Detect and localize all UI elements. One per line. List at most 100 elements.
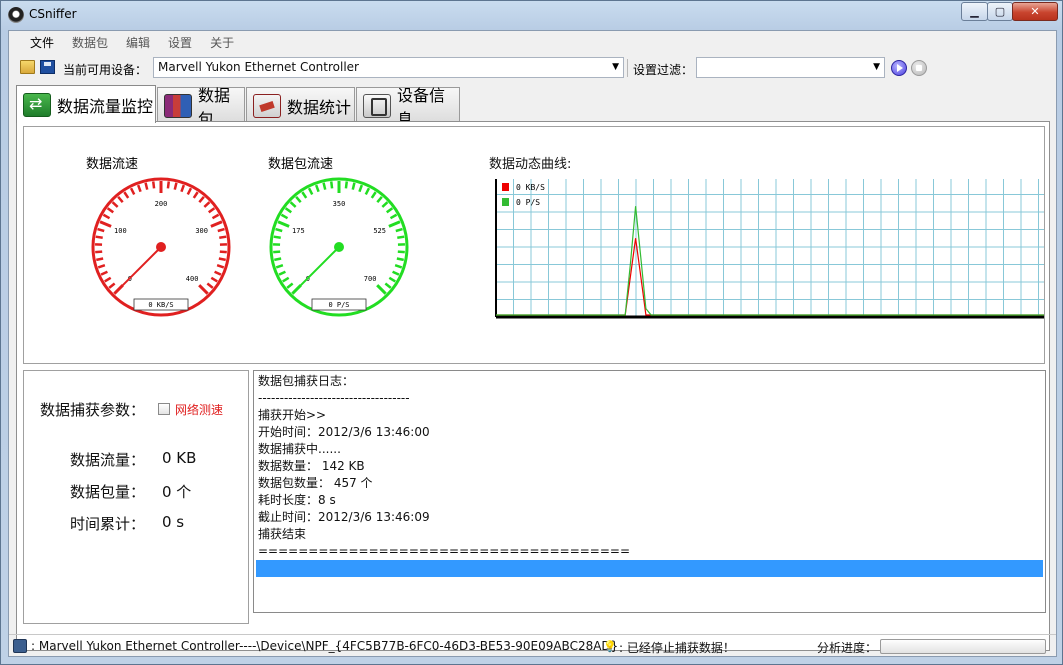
device-select[interactable]: Marvell Yukon Ethernet Controller ▼ [153,57,624,78]
analysis-progress-bar [880,639,1046,654]
network-adapter-icon [13,639,27,653]
gauge-tick [173,182,178,190]
open-folder-icon[interactable] [20,60,35,74]
gauge-tick [144,182,149,190]
legend-swatch [502,198,509,206]
traffic-line-chart: 0 KB/S 0 P/S [494,179,1044,319]
gauge-tick [219,250,227,254]
window-title: CSniffer [29,7,77,21]
params-title: 数据捕获参数： [40,401,146,419]
chevron-down-icon: ▼ [612,62,619,72]
menu-bar: 文件 数据包 编辑 设置 关于 [9,31,1056,53]
capture-log[interactable]: 数据包捕获日志： -------------------------------… [253,370,1046,613]
progress-label: 分析进度： [817,641,878,655]
gauges-and-chart-box: 数据流速 01002003004000 KB/S 数据包流速 017535052… [23,126,1045,364]
tab-traffic-monitor[interactable]: 数据流量监控 [16,85,156,123]
monitor-panel: 数据流速 01002003004000 KB/S 数据包流速 017535052… [16,121,1050,651]
lightbulb-icon [603,639,617,653]
traffic-value: 0 KB [162,449,197,467]
device-path-text: : Marvell Yukon Ethernet Controller----\… [31,639,619,653]
device-select-value: Marvell Yukon Ethernet Controller [158,60,359,74]
speed-test-label[interactable]: 网络测速 [175,401,223,418]
elapsed-time-label: 时间累计： [70,515,146,533]
gauge-tick-label: 175 [292,227,305,235]
speed-test-checkbox[interactable] [158,403,170,415]
speed-gauge: 01002003004000 KB/S [91,177,231,317]
tab-label: 数据统计 [287,97,352,117]
elapsed-time-value: 0 s [162,513,185,531]
gauge-hub [156,242,166,252]
log-line: 数据包捕获日志： [258,374,355,388]
tab-label: 数据流量监控 [57,96,154,116]
gauge-readout: 0 P/S [328,301,349,309]
packet-count-value: 0 个 [162,483,192,501]
toolbar: 当前可用设备： Marvell Yukon Ethernet Controlle… [9,55,1056,81]
gauge-readout: 0 KB/S [148,301,173,309]
gauge-title: 数据包流速 [268,157,334,172]
filter-select[interactable]: ▼ [696,57,885,78]
gauge-tick [351,182,356,190]
gauge-tick [396,257,404,262]
traffic-monitor-icon [23,92,51,117]
gauge-tick [274,257,282,262]
app-logo-icon [8,7,24,23]
gauge-tick [273,250,281,254]
packet-rate-gauge: 01753505257000 P/S [269,177,409,317]
gauge-tick [95,250,103,254]
log-line: 捕获结束 [258,527,307,541]
close-button[interactable]: ✕ [1012,2,1058,21]
log-line: 数据捕获中...... [258,442,341,456]
log-line: ===================================== [258,544,631,558]
packet-books-icon [164,93,192,118]
toolbar-separator [627,59,628,77]
start-capture-icon[interactable] [891,60,907,76]
menu-settings[interactable]: 设置 [159,34,201,51]
maximize-button[interactable]: ▢ [987,2,1013,21]
save-disk-icon[interactable] [40,60,55,74]
gauge-tick [219,235,227,240]
packet-count-label: 数据包量： [70,483,146,501]
log-line: 数据包数量： 457 个 [258,476,373,490]
log-line: 截止时间：2012/3/6 13:46:09 [258,510,430,524]
tab-statistics[interactable]: 数据统计 [246,87,355,123]
minimize-button[interactable]: ▁ [961,2,988,21]
gauge-tick [95,235,103,240]
gauge-tick [344,181,348,189]
gauge-tick [397,250,405,254]
gauge-tick-label: 300 [195,227,208,235]
legend-label: 0 P/S [516,198,540,207]
menu-packet[interactable]: 数据包 [63,34,117,51]
log-line: ----------------------------------- [258,391,410,405]
gauge-tick [273,235,281,240]
client-area: 文件 数据包 编辑 设置 关于 当前可用设备： Marvell Yukon Et… [8,30,1057,657]
log-line: 数据数量： 142 KB [258,459,365,473]
gauge-tick [152,181,156,189]
menu-file[interactable]: 文件 [21,34,63,51]
tab-packets[interactable]: 数据包 [157,86,245,129]
gauge-tick-label: 350 [333,200,346,208]
log-selected-line[interactable] [256,560,1043,577]
statistics-icon [253,93,281,118]
menu-edit[interactable]: 编辑 [117,34,159,51]
log-line: 捕获开始>> [258,408,327,422]
traffic-label: 数据流量： [70,451,146,469]
gauge-tick-label: 525 [373,227,386,235]
device-label: 当前可用设备： [63,63,148,77]
gauge-tick [96,257,104,262]
gauge-tick-label: 200 [155,200,168,208]
gauge-tick-label: 700 [364,275,377,283]
gauge-tick [322,182,327,190]
log-line: 开始时间：2012/3/6 13:46:00 [258,425,430,439]
app-window: CSniffer ▁ ▢ ✕ 文件 数据包 编辑 设置 关于 当前可用设备： M… [0,0,1063,665]
log-line: 耗时长度：8 s [258,493,336,507]
stop-capture-icon[interactable] [911,60,927,76]
gauge-tick [218,257,226,262]
title-bar[interactable]: CSniffer ▁ ▢ ✕ [1,1,1062,29]
gauge-hub [334,242,344,252]
gauge-tick [397,235,405,240]
tab-device-info[interactable]: 设备信息 [356,86,460,129]
menu-about[interactable]: 关于 [201,34,243,51]
device-info-icon [363,93,391,118]
capture-params-box: 数据捕获参数： 网络测速 数据流量： 0 KB 数据包量： 0 个 时间累计： … [23,370,249,624]
chevron-down-icon: ▼ [873,62,880,72]
